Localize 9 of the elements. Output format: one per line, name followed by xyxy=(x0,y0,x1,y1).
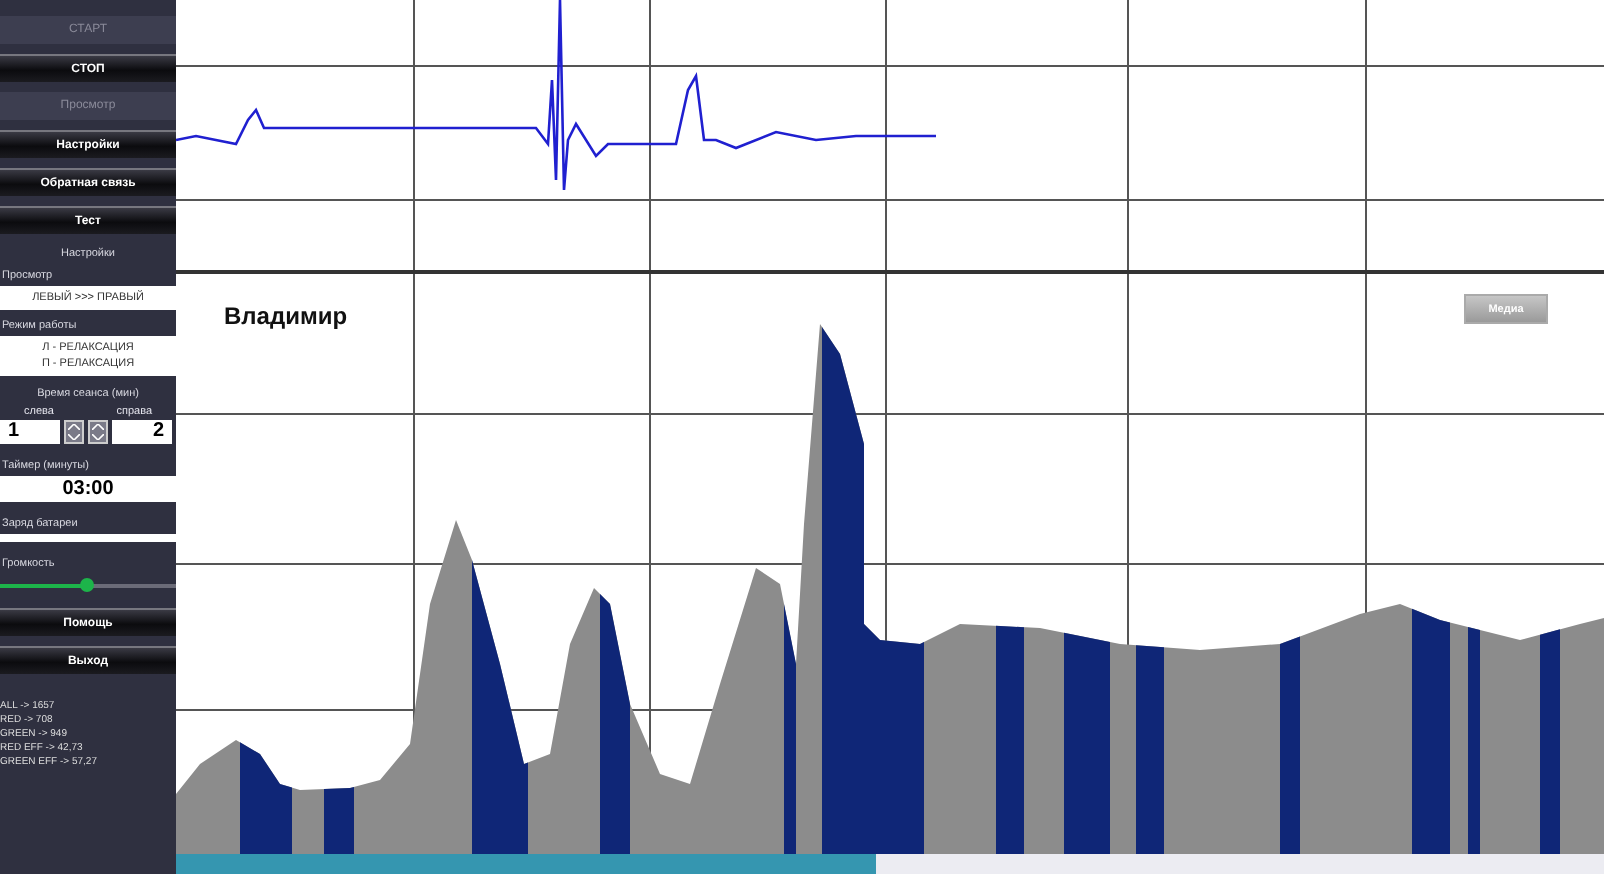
spinner-button[interactable] xyxy=(64,420,84,444)
number-field[interactable]: 2 xyxy=(112,420,172,444)
number-field[interactable]: 1 xyxy=(0,420,60,444)
highlight-band xyxy=(324,786,354,854)
spinner-button[interactable] xyxy=(88,420,108,444)
timer-field[interactable]: 03:00 xyxy=(0,476,176,502)
chart-title: Владимир xyxy=(224,302,348,330)
slider-thumb[interactable] xyxy=(80,578,95,592)
highlight-band xyxy=(240,742,292,854)
